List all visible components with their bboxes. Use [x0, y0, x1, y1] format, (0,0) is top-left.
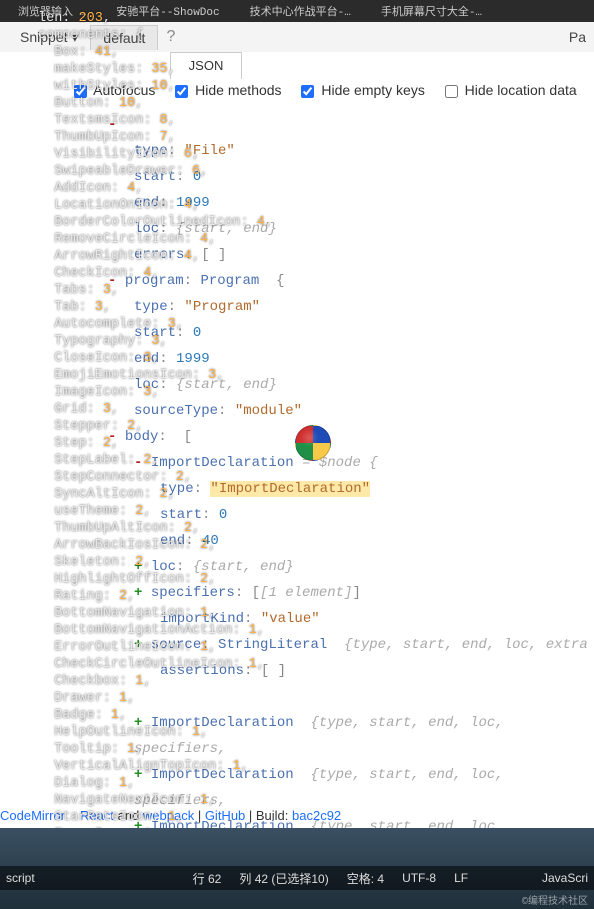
codemirror-link[interactable]: CodeMirror	[0, 808, 65, 823]
page-topbar: Snippet ▾ default ? Pa	[0, 22, 594, 52]
hide-location-checkbox[interactable]: Hide location data	[441, 82, 577, 98]
collapse-icon[interactable]: -	[134, 455, 142, 471]
browser-tab[interactable]: 手机屏幕尺寸大全-…	[381, 3, 482, 19]
collapse-icon[interactable]: -	[108, 117, 116, 133]
json-tab[interactable]: JSON	[170, 52, 242, 79]
expand-icon[interactable]: +	[134, 871, 142, 887]
default-tab[interactable]: default	[90, 25, 158, 50]
collapse-icon[interactable]: -	[108, 429, 116, 445]
browser-tab[interactable]: 安驰平台--ShowDoc	[116, 3, 219, 19]
snippet-dropdown[interactable]: Snippet ▾	[8, 25, 90, 50]
expand-icon[interactable]: +	[134, 715, 142, 731]
hide-empty-checkbox[interactable]: Hide empty keys	[297, 82, 424, 98]
globe-icon	[295, 425, 331, 461]
ast-explorer-page: 浏览器输入 … 安驰平台--ShowDoc 技术中心作战平台-… 手机屏幕尺寸大…	[0, 0, 594, 909]
expand-icon[interactable]: +	[134, 559, 142, 575]
browser-tabbar: 浏览器输入 … 安驰平台--ShowDoc 技术中心作战平台-… 手机屏幕尺寸大…	[0, 0, 594, 22]
build-hash-link[interactable]: bac2c92	[292, 808, 341, 823]
browser-tab[interactable]: 技术中心作战平台-…	[250, 3, 351, 19]
help-icon[interactable]: ?	[166, 28, 175, 46]
expand-icon[interactable]: +	[134, 637, 142, 653]
ast-tree[interactable]: - type: "File" start: 0 end: 1999 loc: {…	[108, 112, 594, 909]
expand-icon[interactable]: +	[134, 585, 142, 601]
hide-methods-checkbox[interactable]: Hide methods	[171, 82, 281, 98]
webpack-link[interactable]: webpack	[143, 808, 194, 823]
collapse-icon[interactable]: -	[108, 273, 116, 289]
tree-options: Autofocus Hide methods Hide empty keys H…	[70, 82, 594, 101]
browser-tab[interactable]: 浏览器输入 …	[18, 3, 86, 19]
autofocus-checkbox[interactable]: Autofocus	[70, 82, 155, 98]
github-link[interactable]: GitHub	[205, 808, 245, 823]
parser-label[interactable]: Pa	[569, 29, 586, 45]
expand-icon[interactable]: +	[134, 767, 142, 783]
react-link[interactable]: React	[80, 808, 114, 823]
